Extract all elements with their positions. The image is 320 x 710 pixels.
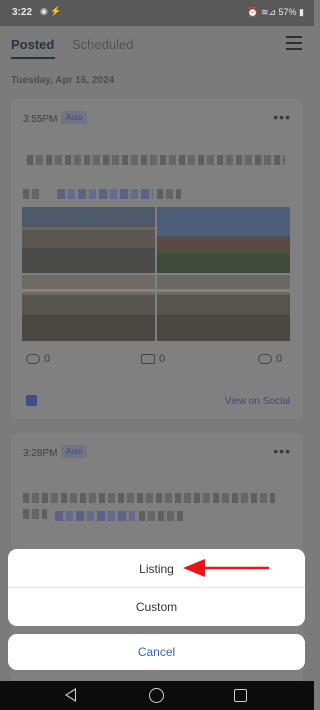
more-options-icon[interactable]: •••	[273, 443, 291, 459]
eye-icon	[26, 354, 40, 365]
home-icon[interactable]	[149, 688, 164, 703]
blurred-post-text	[23, 493, 275, 503]
views-stat: 0	[26, 353, 50, 365]
blurred-post-text	[23, 509, 47, 519]
blurred-post-text	[27, 155, 285, 165]
users-icon	[258, 354, 272, 365]
hamburger-menu-icon[interactable]	[286, 36, 302, 50]
recents-icon[interactable]	[234, 689, 247, 702]
date-header: Tuesday, Apr 16, 2024	[11, 75, 115, 86]
tab-posted-underline	[11, 57, 55, 59]
shares-stat: 0	[141, 353, 165, 365]
views-count: 0	[44, 353, 51, 365]
tab-posted[interactable]: Posted	[11, 37, 54, 52]
auto-badge: Auto	[61, 445, 88, 458]
tab-scheduled[interactable]: Scheduled	[72, 37, 133, 52]
share-icon	[141, 354, 155, 365]
red-arrow-annotation	[183, 559, 269, 577]
blurred-post-text	[157, 189, 181, 199]
blurred-post-text	[139, 511, 183, 521]
custom-option[interactable]: Custom	[8, 588, 305, 626]
cancel-button[interactable]: Cancel	[8, 634, 305, 670]
view-on-social-link[interactable]: View on Social	[225, 396, 290, 407]
shares-count: 0	[159, 353, 166, 365]
post-card[interactable]: 3:55PM Auto ••• 0 0 0 View on Social	[11, 99, 303, 419]
photo-grid[interactable]	[22, 207, 290, 341]
system-status-icons: ⏰ ≋⊿ 57% ▮	[247, 7, 304, 17]
blurred-post-link	[57, 189, 153, 199]
back-icon[interactable]	[65, 688, 76, 702]
listing-book-icon	[26, 395, 37, 406]
listing-photo[interactable]	[22, 275, 155, 341]
status-time: 3:22	[12, 7, 33, 18]
blurred-post-link	[55, 511, 135, 521]
users-stat: 0	[258, 353, 282, 365]
listing-photo[interactable]	[157, 207, 290, 273]
listing-photo[interactable]	[157, 275, 290, 341]
listing-photo[interactable]	[22, 207, 155, 273]
post-time: 3:28PM	[23, 448, 58, 459]
users-count: 0	[276, 353, 283, 365]
post-time: 3:55PM	[23, 114, 58, 125]
blurred-post-text	[23, 189, 41, 199]
android-nav-bar	[0, 681, 314, 710]
more-options-icon[interactable]: •••	[273, 109, 291, 125]
status-bar: 3:22 ◉ ⚡ ⏰ ≋⊿ 57% ▮	[0, 0, 314, 26]
tab-bar: Posted Scheduled	[0, 26, 314, 62]
auto-badge: Auto	[61, 111, 88, 124]
notification-icons: ◉ ⚡	[40, 6, 62, 16]
